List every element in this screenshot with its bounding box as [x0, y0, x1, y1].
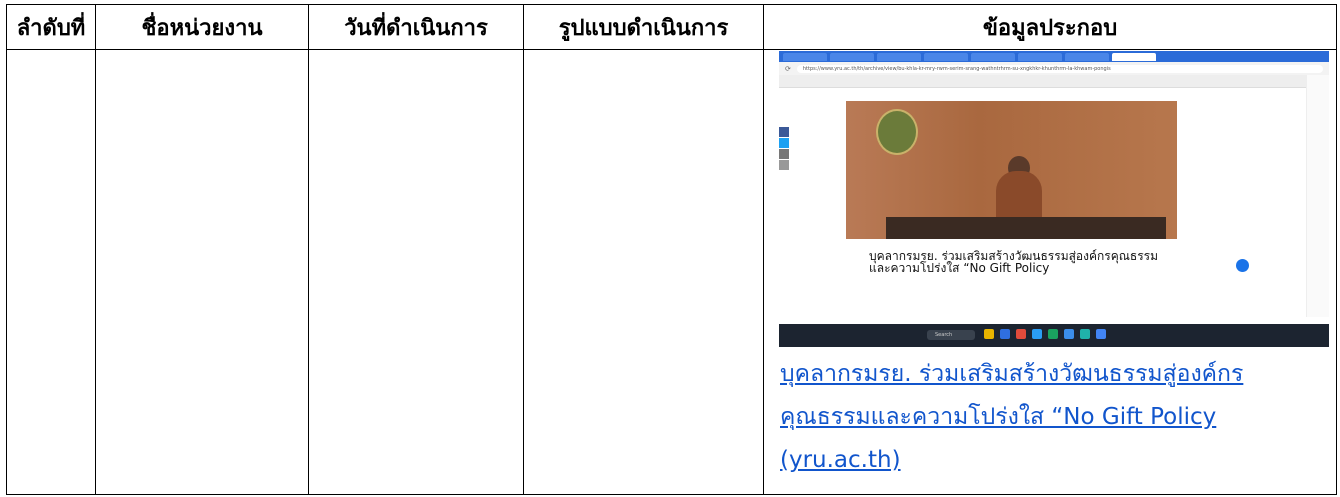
header-agency: ชื่อหน่วยงาน	[95, 4, 309, 50]
twitter-icon	[779, 138, 789, 148]
header-supporting-info: ข้อมูลประกอบ	[763, 4, 1337, 50]
article-title: บุคลากรมรย. ร่วมเสริมสร้างวัฒนธรรมสู่องค…	[869, 249, 1159, 275]
article-photo	[846, 101, 1177, 239]
social-share-bar	[779, 127, 789, 171]
cell-format	[523, 49, 764, 495]
windows-taskbar: Search	[779, 324, 1329, 347]
university-emblem	[876, 109, 918, 155]
browser-address-bar: ⟳ https://www.yru.ac.th/th/archive/view/…	[779, 62, 1329, 75]
header-date: วันที่ดำเนินการ	[308, 4, 524, 50]
refresh-icon: ⟳	[785, 64, 791, 73]
site-nav	[779, 75, 1329, 88]
cell-agency	[95, 49, 309, 495]
evidence-screenshot: ⟳ https://www.yru.ac.th/th/archive/view/…	[779, 51, 1329, 347]
facebook-icon	[779, 127, 789, 137]
table-row: ⟳ https://www.yru.ac.th/th/archive/view/…	[6, 49, 1337, 495]
browser-url: https://www.yru.ac.th/th/archive/view/bu…	[796, 64, 1323, 73]
header-order: ลำดับที่	[6, 4, 96, 50]
chat-button-icon	[1236, 259, 1249, 272]
taskbar-icons	[984, 329, 1106, 339]
taskbar-search: Search	[927, 330, 975, 340]
article-link[interactable]: บุคลากรมรย. ร่วมเสริมสร้างวัฒนธรรมสู่องค…	[780, 353, 1332, 482]
share-icon	[779, 160, 789, 170]
header-format: รูปแบบดำเนินการ	[523, 4, 764, 50]
cell-order	[6, 49, 96, 495]
cell-supporting-info: ⟳ https://www.yru.ac.th/th/archive/view/…	[763, 49, 1337, 495]
mail-icon	[779, 149, 789, 159]
cell-date	[308, 49, 524, 495]
browser-tab-bar	[779, 51, 1329, 62]
browser-sidebar	[1306, 75, 1329, 317]
header-row: ลำดับที่ ชื่อหน่วยงาน วันที่ดำเนินการ รู…	[6, 4, 1337, 50]
info-table: ลำดับที่ ชื่อหน่วยงาน วันที่ดำเนินการ รู…	[6, 4, 1337, 495]
